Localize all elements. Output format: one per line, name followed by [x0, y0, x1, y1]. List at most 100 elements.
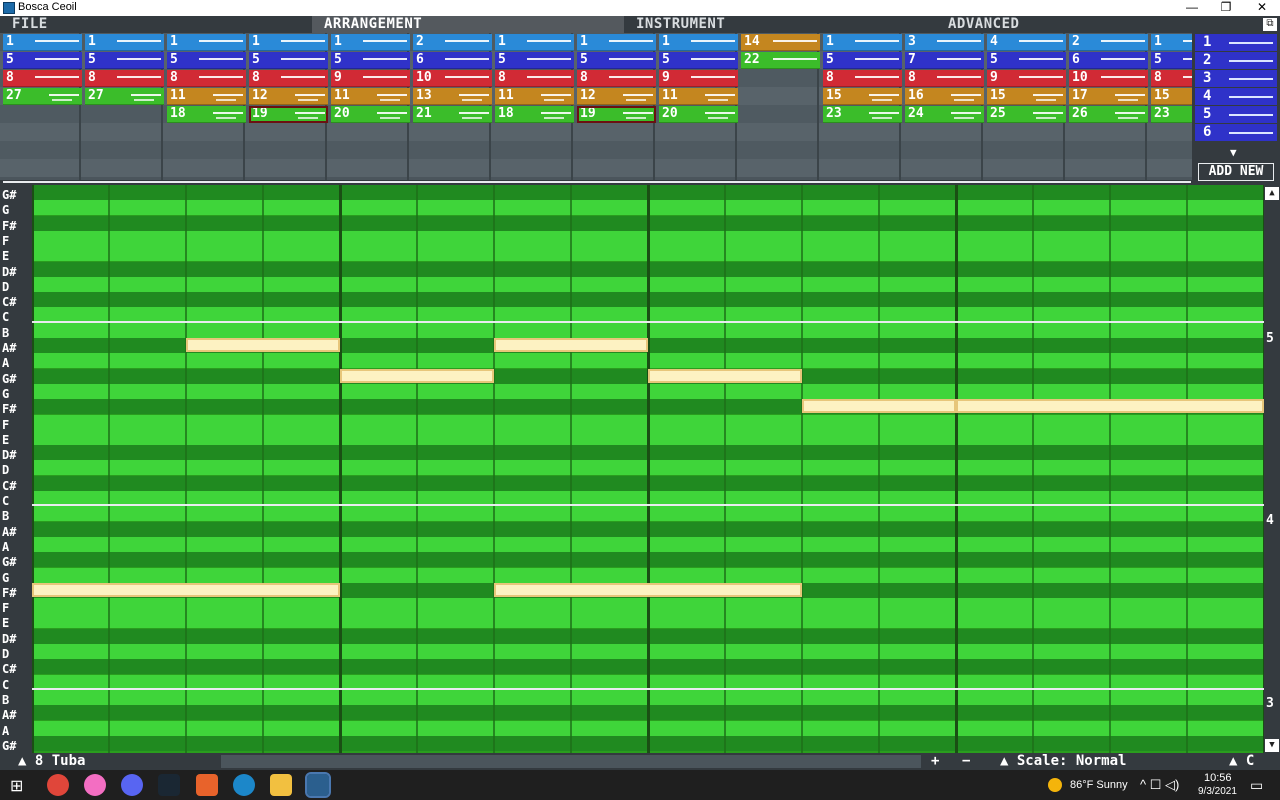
arrangement-pattern-block[interactable]: 8	[167, 70, 246, 87]
itunes-icon[interactable]	[84, 774, 106, 796]
arrangement-pattern-block[interactable]: 27	[3, 88, 82, 105]
arrangement-grid[interactable]: 1 1 1 1 1 2 1 1 1 14 1 3 4 2 1 5 5 5 5 5 6 5 5 5 22 5 7 5 6 5 8 8 8 8 9 10 8…	[0, 33, 1230, 180]
pattern-scroll-down-icon[interactable]: ▼	[1230, 146, 1237, 159]
note[interactable]	[186, 338, 340, 352]
tab-advanced[interactable]: ADVANCED	[936, 16, 1248, 33]
pattern-list-item[interactable]: 6	[1195, 124, 1277, 141]
bosca-ceoil-icon[interactable]	[305, 772, 331, 798]
note[interactable]	[956, 399, 1264, 414]
arrangement-pattern-block[interactable]: 25	[987, 106, 1066, 123]
tab-file[interactable]: FILE	[0, 16, 312, 33]
note[interactable]	[494, 582, 802, 597]
arrangement-pattern-block[interactable]: 18	[167, 106, 246, 123]
arrangement-pattern-block[interactable]: 5	[3, 52, 82, 69]
key-selector[interactable]: ▲ C	[1229, 753, 1254, 770]
arrangement-pattern-block[interactable]: 1	[3, 34, 82, 51]
zoom-in-button[interactable]: +	[931, 753, 939, 770]
pattern-list-item[interactable]: 1	[1195, 34, 1277, 51]
instrument-selector[interactable]: ▲ 8 Tuba	[18, 753, 85, 770]
arrangement-pattern-block[interactable]: 26	[1069, 106, 1148, 123]
minimize-button[interactable]: —	[1176, 0, 1208, 16]
system-tray-icons[interactable]: ^ ☐ ◁)	[1140, 777, 1179, 793]
arrangement-pattern-block[interactable]: 2	[413, 34, 492, 51]
arrangement-pattern-block[interactable]: 22	[741, 52, 820, 69]
arrangement-pattern-block[interactable]: 19	[249, 106, 328, 123]
pattern-list-item[interactable]: 5	[1195, 106, 1277, 123]
add-new-pattern-button[interactable]: ADD NEW	[1198, 163, 1274, 181]
pattern-list-item[interactable]: 2	[1195, 52, 1277, 69]
arrangement-pattern-block[interactable]: 5	[987, 52, 1066, 69]
arrangement-pattern-block[interactable]: 8	[85, 70, 164, 87]
arrangement-pattern-block[interactable]: 6	[413, 52, 492, 69]
arrangement-pattern-block[interactable]: 1	[823, 34, 902, 51]
arrangement-pattern-block[interactable]: 12	[577, 88, 656, 105]
arrangement-pattern-block[interactable]: 3	[905, 34, 984, 51]
arrangement-pattern-block[interactable]: 11	[331, 88, 410, 105]
arrangement-pattern-block[interactable]: 17	[1069, 88, 1148, 105]
arrangement-pattern-block[interactable]: 7	[905, 52, 984, 69]
restore-button[interactable]: ❐	[1210, 0, 1242, 16]
windows-start-icon[interactable]: ⊞	[10, 776, 23, 796]
fullscreen-icon[interactable]: ⧉	[1263, 18, 1277, 31]
arrangement-pattern-block[interactable]: 1	[577, 34, 656, 51]
horizontal-scrollbar[interactable]	[221, 755, 921, 768]
arrangement-pattern-block[interactable]: 5	[495, 52, 574, 69]
arrangement-pattern-block[interactable]: 1	[249, 34, 328, 51]
file-explorer-icon[interactable]	[270, 774, 292, 796]
arrangement-pattern-block[interactable]: 9	[659, 70, 738, 87]
note[interactable]	[32, 582, 340, 597]
davinci-icon[interactable]	[158, 774, 180, 796]
arrangement-pattern-block[interactable]: 8	[577, 70, 656, 87]
arrangement-pattern-block[interactable]: 24	[905, 106, 984, 123]
pattern-list-item[interactable]: 3	[1195, 70, 1277, 87]
piano-roll[interactable]	[0, 185, 1264, 753]
arrangement-pattern-block[interactable]: 14	[741, 34, 820, 51]
octave-scrollbar[interactable]: ▲ 5 4 3 ▼	[1264, 185, 1280, 753]
arrangement-pattern-block[interactable]: 15	[823, 88, 902, 105]
arrangement-pattern-block[interactable]: 23	[823, 106, 902, 123]
arrangement-pattern-block[interactable]: 11	[659, 88, 738, 105]
arrangement-pattern-block[interactable]: 19	[577, 106, 656, 123]
arrangement-pattern-block[interactable]: 4	[987, 34, 1066, 51]
arrangement-pattern-block[interactable]: 5	[249, 52, 328, 69]
arrangement-pattern-block[interactable]: 9	[987, 70, 1066, 87]
arrangement-pattern-block[interactable]: 9	[331, 70, 410, 87]
notifications-icon[interactable]: ▭	[1250, 777, 1263, 794]
arrangement-pattern-block[interactable]: 18	[495, 106, 574, 123]
tab-arrangement[interactable]: ARRANGEMENT	[312, 16, 624, 33]
arrangement-pattern-block[interactable]: 5	[823, 52, 902, 69]
arrangement-pattern-block[interactable]: 8	[3, 70, 82, 87]
arrangement-pattern-block[interactable]: 21	[413, 106, 492, 123]
note[interactable]	[648, 368, 802, 383]
tab-instrument[interactable]: INSTRUMENT	[624, 16, 936, 33]
note[interactable]	[340, 368, 494, 383]
note[interactable]	[802, 399, 956, 414]
arrangement-pattern-block[interactable]: 1	[167, 34, 246, 51]
arrangement-pattern-block[interactable]: 10	[413, 70, 492, 87]
arrangement-pattern-block[interactable]: 16	[905, 88, 984, 105]
arrangement-pattern-block[interactable]: 20	[331, 106, 410, 123]
scale-selector[interactable]: ▲ Scale: Normal	[1000, 753, 1126, 770]
discord-icon[interactable]	[121, 774, 143, 796]
arrangement-pattern-block[interactable]: 8	[905, 70, 984, 87]
arrangement-pattern-block[interactable]: 15	[987, 88, 1066, 105]
arrangement-pattern-block[interactable]: 20	[659, 106, 738, 123]
arrangement-pattern-block[interactable]: 8	[823, 70, 902, 87]
arrangement-pattern-block[interactable]: 5	[331, 52, 410, 69]
arrangement-pattern-block[interactable]: 12	[249, 88, 328, 105]
arrangement-pattern-block[interactable]: 1	[331, 34, 410, 51]
arrangement-pattern-block[interactable]: 13	[413, 88, 492, 105]
musescore-icon[interactable]	[233, 774, 255, 796]
zoom-out-button[interactable]: −	[962, 753, 970, 770]
arrangement-pattern-block[interactable]: 5	[167, 52, 246, 69]
arrangement-pattern-block[interactable]: 8	[249, 70, 328, 87]
arrangement-pattern-block[interactable]: 1	[85, 34, 164, 51]
chrome-icon[interactable]	[47, 774, 69, 796]
arrangement-pattern-block[interactable]: 2	[1069, 34, 1148, 51]
arrangement-pattern-block[interactable]: 11	[167, 88, 246, 105]
arrangement-pattern-block[interactable]: 27	[85, 88, 164, 105]
arrangement-pattern-block[interactable]: 5	[659, 52, 738, 69]
pattern-list-item[interactable]: 4	[1195, 88, 1277, 105]
arrangement-pattern-block[interactable]: 8	[495, 70, 574, 87]
arrangement-pattern-block[interactable]: 1	[495, 34, 574, 51]
